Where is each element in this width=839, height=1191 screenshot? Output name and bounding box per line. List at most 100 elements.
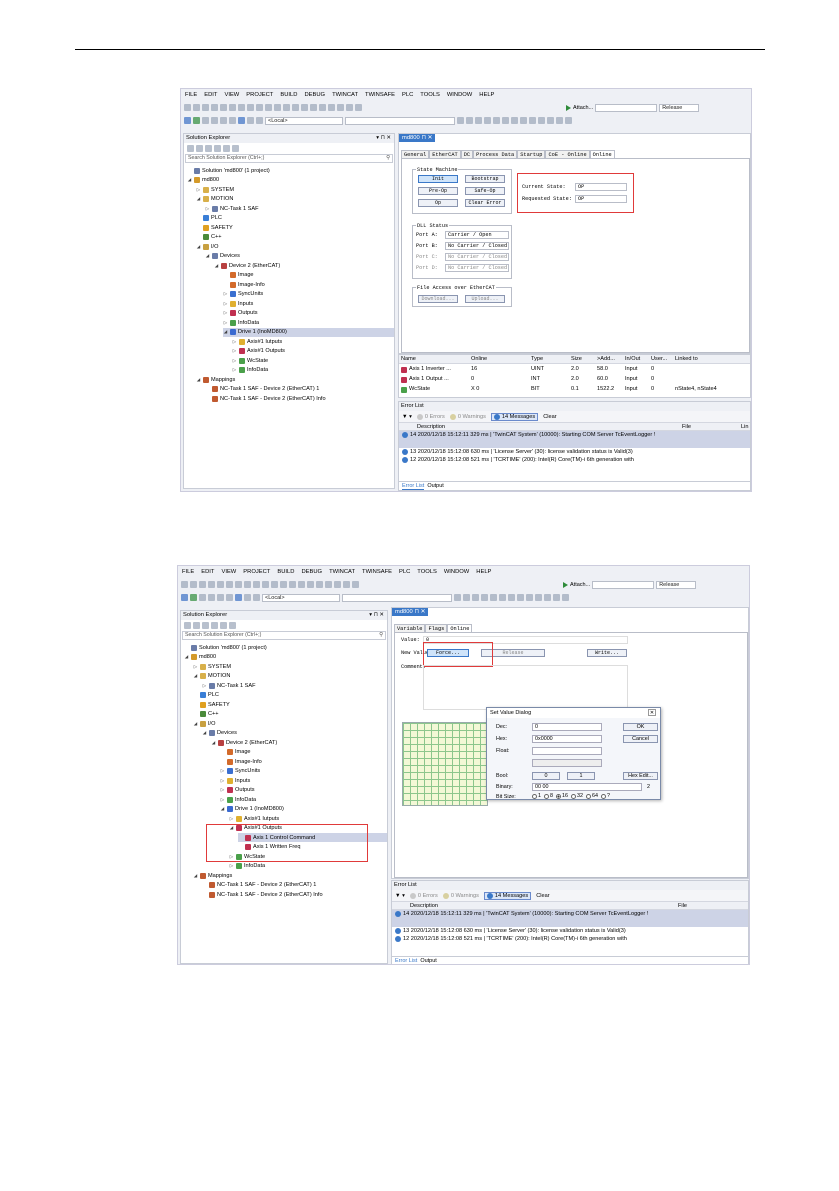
menu-build[interactable]: BUILD — [277, 569, 294, 575]
toolbar-icon[interactable] — [238, 117, 245, 124]
tree-node[interactable]: ▷ SYSTEM — [193, 662, 231, 671]
tree-node[interactable]: ◢ Drive 1 (InoMD800) — [220, 805, 284, 814]
toolbar-icon[interactable] — [181, 594, 188, 601]
toolbar-icon[interactable] — [181, 581, 188, 588]
safe-op-button[interactable]: Safe-Op — [465, 187, 505, 195]
properties-icon[interactable] — [229, 621, 236, 629]
tree-expander-icon[interactable]: ◢ — [184, 654, 189, 660]
toolbar-icon[interactable] — [280, 581, 287, 588]
toolbar-icon[interactable] — [220, 104, 227, 111]
tree-node[interactable]: ▷ SYSTEM — [196, 185, 234, 194]
tree-expander-icon[interactable]: ▷ — [223, 320, 228, 326]
toolbar-icon[interactable] — [337, 104, 344, 111]
toolbar-icon[interactable] — [544, 594, 551, 601]
tree-node[interactable]: ◢ Devices — [205, 252, 240, 261]
toolbar-icon[interactable] — [208, 594, 215, 601]
column-header[interactable]: >Add... — [597, 356, 615, 362]
tab-flags[interactable]: Flags — [425, 624, 448, 632]
binary-input[interactable]: 00 00 — [532, 783, 642, 791]
tree-expander-icon[interactable]: ◢ — [223, 329, 228, 335]
bit-size-option[interactable]: 32 — [571, 793, 583, 799]
tree-node[interactable]: ◢ Devices — [202, 729, 237, 738]
tree-node[interactable]: Solution 'md800' (1 project) — [187, 166, 270, 175]
menu-tools[interactable]: TOOLS — [420, 92, 440, 98]
toolbar-icon[interactable] — [493, 117, 500, 124]
tree-expander-icon[interactable]: ◢ — [214, 263, 219, 269]
toolbar-icon[interactable] — [520, 117, 527, 124]
target-combo[interactable]: <Local> — [262, 593, 340, 602]
tab-output[interactable]: Output — [427, 482, 444, 490]
menu-window[interactable]: WINDOW — [444, 569, 469, 575]
tab-ethercat[interactable]: EtherCAT — [429, 150, 461, 158]
tree-expander-icon[interactable]: ▷ — [229, 816, 234, 822]
solution-search-input[interactable]: Search Solution Explorer (Ctrl+;) ⚲ — [182, 631, 386, 640]
tree-node[interactable]: NC-Task 1 SAF - Device 2 (EtherCAT) 1 — [202, 881, 316, 890]
toolbar-icon[interactable] — [292, 104, 299, 111]
toolbar-icon[interactable] — [481, 594, 488, 601]
col-description[interactable]: Description — [410, 903, 438, 909]
tree-node[interactable]: ▷ InfoData — [220, 795, 256, 804]
toolbar-icon[interactable] — [184, 104, 191, 111]
collapse-icon[interactable] — [220, 621, 227, 629]
bool-1-button[interactable]: 1 — [567, 772, 595, 780]
errors-filter[interactable]: 0 Errors — [409, 892, 438, 899]
toolbar-icon[interactable] — [190, 581, 197, 588]
toolbar-icon[interactable] — [529, 117, 536, 124]
tab-output[interactable]: Output — [420, 957, 437, 964]
panel-pin-icon[interactable]: ▾ ⊓ ✕ — [376, 134, 391, 143]
toolbar-icon[interactable] — [199, 594, 206, 601]
tree-node[interactable]: Solution 'md800' (1 project) — [184, 643, 267, 652]
toolbar-icon[interactable] — [562, 594, 569, 601]
column-header[interactable]: In/Out — [625, 356, 640, 362]
tree-expander-icon[interactable]: ▷ — [220, 787, 225, 793]
tree-node[interactable]: PLC — [196, 214, 222, 223]
bool-0-button[interactable]: 0 — [532, 772, 560, 780]
toolbar-icon[interactable] — [472, 594, 479, 601]
tree-node[interactable]: ◢ Device 2 (EtherCAT) — [211, 738, 277, 747]
toolbar-icon[interactable] — [355, 104, 362, 111]
menu-project[interactable]: PROJECT — [243, 569, 270, 575]
tree-expander-icon[interactable]: ◢ — [220, 806, 225, 812]
tree-node[interactable]: ◢ MOTION — [196, 195, 233, 204]
dec-input[interactable]: 0 — [532, 723, 602, 731]
toolbar-icon[interactable] — [256, 117, 263, 124]
menu-help[interactable]: HELP — [476, 569, 491, 575]
toolbar-icon[interactable] — [199, 581, 206, 588]
bit-size-option[interactable]: 1 — [532, 793, 541, 799]
tab-error-list[interactable]: Error List — [395, 957, 417, 964]
menu-debug[interactable]: DEBUG — [304, 92, 325, 98]
close-icon[interactable]: ✕ — [648, 709, 656, 716]
back-icon[interactable] — [184, 621, 191, 629]
platform-combo[interactable] — [595, 103, 658, 112]
tree-node[interactable]: ▷ Outputs — [220, 786, 255, 795]
tree-node[interactable]: ▷ Outputs — [223, 309, 258, 318]
toolbar-icon[interactable] — [457, 117, 464, 124]
message-row[interactable]: 12 2020/12/18 15:12:08 521 ms | 'TCRTIME… — [392, 935, 748, 943]
menu-file[interactable]: FILE — [185, 92, 197, 98]
menu-twincat[interactable]: TWINCAT — [329, 569, 355, 575]
menu-file[interactable]: FILE — [182, 569, 194, 575]
home-icon[interactable] — [205, 144, 212, 152]
toolbar-icon[interactable] — [490, 594, 497, 601]
toolbar-icon[interactable] — [271, 581, 278, 588]
bit-size-option[interactable]: 64 — [586, 793, 598, 799]
col-description[interactable]: Description — [417, 424, 445, 430]
sync-icon[interactable] — [214, 144, 221, 152]
menu-build[interactable]: BUILD — [280, 92, 297, 98]
tree-expander-icon[interactable]: ▷ — [220, 797, 225, 803]
tab-variable[interactable]: Variable — [394, 624, 426, 632]
toolbar-icon[interactable] — [535, 594, 542, 601]
download-button[interactable]: Download... — [418, 295, 458, 303]
toolbar-icon[interactable] — [253, 594, 260, 601]
column-header[interactable]: Type — [531, 356, 543, 362]
toolbar-icon[interactable] — [328, 104, 335, 111]
forward-icon[interactable] — [196, 144, 203, 152]
toolbar-icon[interactable] — [499, 594, 506, 601]
menu-view[interactable]: VIEW — [224, 92, 239, 98]
table-row[interactable]: Axis 1 Output ... 0 INT 2.0 60.0 Input 0 — [399, 375, 750, 384]
toolbar-icon[interactable] — [247, 117, 254, 124]
op-button[interactable]: Op — [418, 199, 458, 207]
menu-twincat[interactable]: TWINCAT — [332, 92, 358, 98]
tree-node[interactable]: ◢ MOTION — [193, 672, 230, 681]
tree-node[interactable]: ▷ Axis#1 Iutputs — [229, 814, 279, 823]
